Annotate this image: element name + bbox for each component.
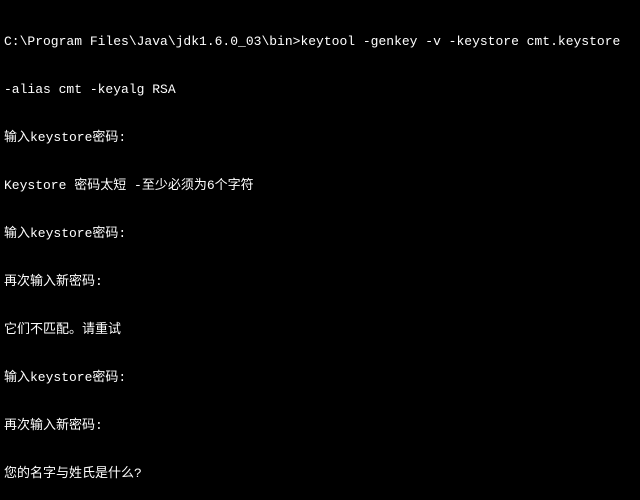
terminal-line: Keystore 密码太短 -至少必须为6个字符 (4, 178, 636, 194)
terminal-line: -alias cmt -keyalg RSA (4, 82, 636, 98)
terminal-line: 输入keystore密码: (4, 226, 636, 242)
terminal-line: C:\Program Files\Java\jdk1.6.0_03\bin>ke… (4, 34, 636, 50)
terminal-line: 它们不匹配。请重试 (4, 322, 636, 338)
terminal-line: 输入keystore密码: (4, 130, 636, 146)
terminal-line: 您的名字与姓氏是什么? (4, 466, 636, 482)
terminal-line: 输入keystore密码: (4, 370, 636, 386)
terminal-line: 再次输入新密码: (4, 418, 636, 434)
terminal-window[interactable]: C:\Program Files\Java\jdk1.6.0_03\bin>ke… (0, 0, 640, 500)
terminal-line: 再次输入新密码: (4, 274, 636, 290)
